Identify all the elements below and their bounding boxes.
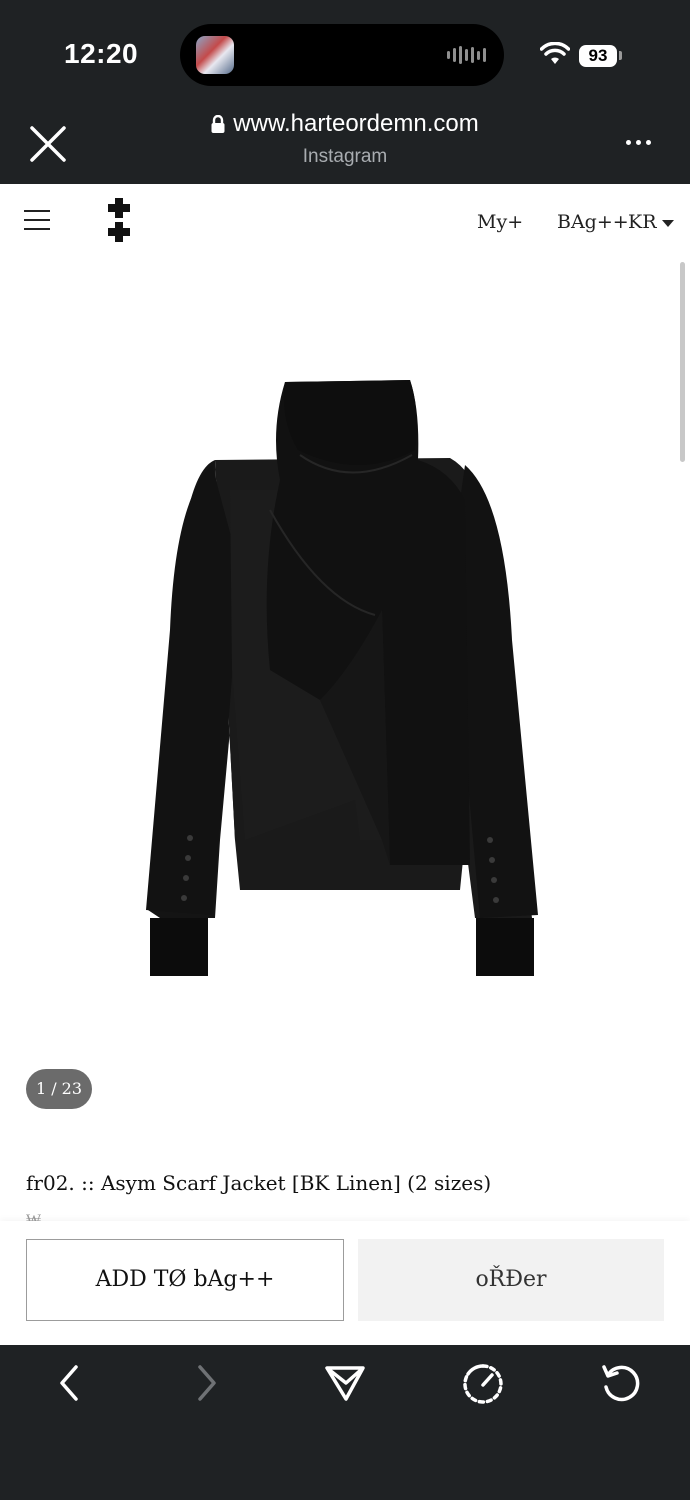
- chevron-down-icon[interactable]: [662, 220, 674, 227]
- chevron-left-icon[interactable]: [54, 1363, 84, 1403]
- speedometer-icon[interactable]: [462, 1363, 504, 1405]
- url-source-label: Instagram: [302, 146, 388, 167]
- double-cross-logo[interactable]: [106, 198, 132, 244]
- purchase-action-bar: ADD TØ bAg++ oŘĐer: [0, 1221, 690, 1345]
- lock-icon: [211, 115, 225, 133]
- product-image[interactable]: [120, 370, 560, 990]
- browser-top-bar: 12:20 93 www.harteordemn.com Instagram: [0, 0, 690, 184]
- add-to-bag-button[interactable]: ADD TØ bAg++: [26, 1239, 344, 1321]
- product-title: fr02. :: Asym Scarf Jacket [BK Linen] (2…: [26, 1171, 492, 1195]
- dynamic-island[interactable]: [180, 24, 504, 86]
- gallery-counter: 1 / 23: [26, 1069, 92, 1109]
- battery-indicator: 93: [579, 45, 617, 67]
- hamburger-menu-icon[interactable]: [24, 210, 50, 237]
- url-text: www.harteordemn.com: [233, 110, 479, 137]
- browser-bottom-toolbar: [0, 1345, 690, 1500]
- wifi-icon: [540, 42, 570, 64]
- address-bar[interactable]: www.harteordemn.com: [0, 110, 690, 138]
- bag-link[interactable]: BAg++: [557, 211, 629, 233]
- chevron-right-icon[interactable]: [192, 1363, 222, 1403]
- currency-select[interactable]: KR: [628, 211, 657, 233]
- site-header: My+ BAg++ KR: [0, 184, 690, 260]
- reload-icon[interactable]: [600, 1363, 642, 1405]
- audio-wave-icon: [447, 46, 486, 64]
- status-time: 12:20: [64, 38, 139, 69]
- send-icon[interactable]: [324, 1363, 366, 1403]
- page-scrollbar[interactable]: [680, 262, 685, 462]
- my-account-link[interactable]: My+: [477, 211, 523, 233]
- battery-tip: [619, 51, 622, 60]
- order-button[interactable]: oŘĐer: [358, 1239, 664, 1321]
- more-icon[interactable]: [626, 140, 651, 145]
- now-playing-thumbnail: [196, 36, 234, 74]
